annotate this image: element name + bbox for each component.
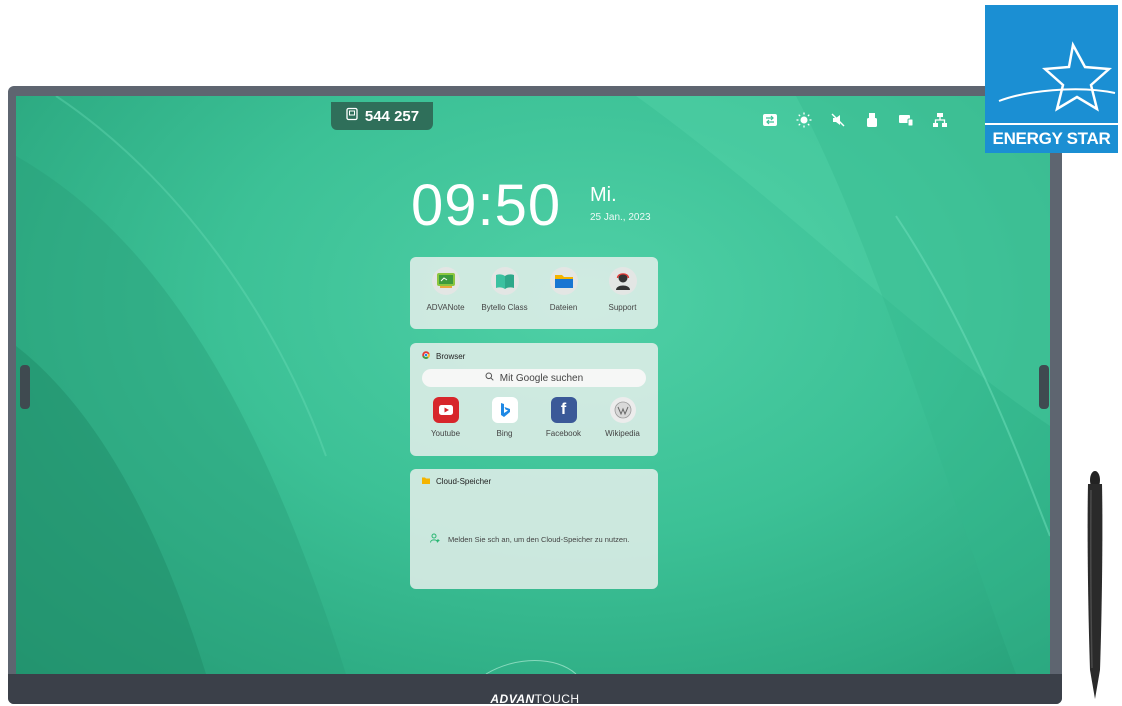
folder-icon — [549, 267, 578, 295]
app-bytello-class[interactable]: Bytello Class — [477, 267, 533, 312]
app-dateien[interactable]: Dateien — [536, 267, 592, 312]
clock-day: Mi. — [590, 184, 617, 206]
input-switch-icon[interactable] — [762, 112, 778, 128]
wikipedia-icon — [609, 397, 636, 423]
cloud-message: Melden Sie sch an, um den Cloud-Speicher… — [448, 534, 630, 544]
search-input[interactable]: Mit Google suchen — [422, 369, 646, 387]
shortcut-bing[interactable]: Bing — [477, 397, 533, 438]
cloud-storage-card: Cloud-Speicher Melden Sie sch an, um den… — [410, 469, 658, 589]
bing-icon — [491, 397, 518, 423]
cloud-login-prompt[interactable]: Melden Sie sch an, um den Cloud-Speicher… — [430, 533, 629, 545]
youtube-icon — [432, 397, 459, 423]
left-sidebar-handle[interactable] — [20, 365, 30, 409]
shortcut-label: Facebook — [545, 429, 582, 438]
facebook-icon: f — [550, 397, 577, 423]
app-advanote[interactable]: ADVANote — [418, 267, 474, 312]
whiteboard-icon — [431, 267, 460, 295]
shortcut-label: Youtube — [430, 429, 461, 438]
book-icon — [490, 267, 519, 295]
energy-star-label: ENERGY STAR — [985, 123, 1118, 153]
shortcut-facebook[interactable]: f Facebook — [536, 397, 592, 438]
clock-date: 25 Jan., 2023 — [590, 212, 651, 223]
app-label: Support — [608, 303, 637, 312]
search-placeholder: Mit Google suchen — [499, 372, 584, 384]
cast-icon — [345, 107, 359, 125]
screen-share-pin[interactable]: 544 257 — [331, 102, 433, 130]
folder-icon — [422, 477, 430, 486]
mute-icon[interactable] — [830, 112, 846, 128]
network-icon[interactable] — [932, 112, 948, 128]
pin-code: 544 257 — [364, 107, 420, 125]
app-label: ADVANote — [426, 303, 465, 312]
cloud-title: Cloud-Speicher — [436, 477, 492, 486]
user-add-icon — [430, 533, 440, 545]
bottom-bezel: ADVANTOUCH — [8, 674, 1062, 706]
support-agent-icon — [608, 267, 637, 295]
energy-star-badge: ENERGY STAR — [985, 5, 1118, 153]
usb-icon[interactable] — [864, 112, 880, 128]
search-icon — [485, 372, 494, 384]
apps-card: ADVANote Bytello Class Dateien Support — [410, 257, 658, 329]
app-label: Bytello Class — [481, 303, 528, 312]
browser-card: Browser Mit Google suchen Youtube Bing f… — [410, 343, 658, 456]
brightness-icon[interactable] — [796, 112, 812, 128]
right-sidebar-handle[interactable] — [1039, 365, 1049, 409]
screen-share-icon[interactable] — [898, 112, 914, 128]
stylus-pen — [1087, 471, 1103, 699]
shortcut-wikipedia[interactable]: Wikipedia — [595, 397, 651, 438]
app-support[interactable]: Support — [595, 267, 651, 312]
browser-title: Browser — [436, 351, 466, 361]
shortcut-label: Wikipedia — [605, 429, 640, 438]
shortcut-youtube[interactable]: Youtube — [418, 397, 474, 438]
app-label: Dateien — [549, 303, 578, 312]
chrome-icon — [422, 351, 430, 361]
shortcut-label: Bing — [496, 429, 513, 438]
energy-star-logo — [998, 41, 1116, 112]
clock-time: 09:50 — [411, 173, 562, 238]
status-bar — [762, 112, 948, 128]
